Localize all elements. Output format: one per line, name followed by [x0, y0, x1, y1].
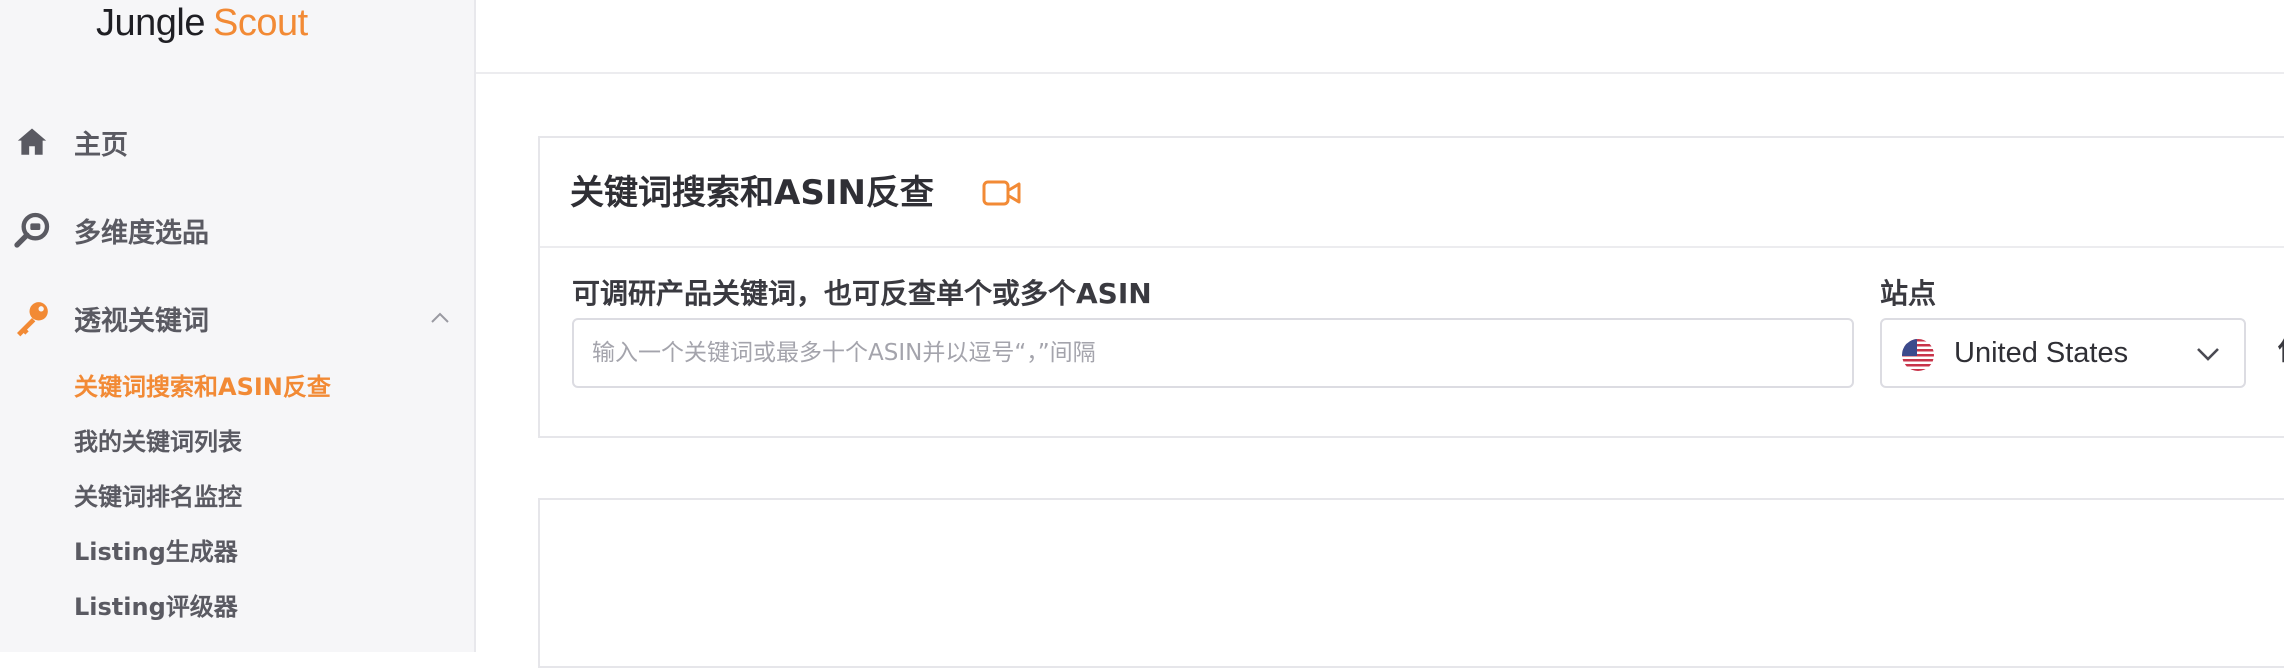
- key-icon: [12, 298, 52, 338]
- card-header: 关键词搜索和ASIN反查: [540, 138, 2284, 248]
- results-card: [538, 498, 2284, 668]
- video-camera-icon[interactable]: [982, 178, 1022, 208]
- home-icon: [12, 122, 52, 162]
- jungle-scout-logo[interactable]: Jungle Scout: [96, 0, 308, 46]
- subnav-listing-builder[interactable]: Listing生成器: [74, 535, 238, 569]
- sidebar-item-home[interactable]: 主页: [0, 112, 474, 172]
- keyword-search-input[interactable]: [572, 318, 1854, 388]
- keyword-search-card: 关键词搜索和ASIN反查 可调研产品关键词，也可反查单个或多个ASIN 站点: [538, 136, 2284, 438]
- subnav-my-keyword-lists[interactable]: 我的关键词列表: [74, 425, 242, 459]
- subnav-listing-grader[interactable]: Listing评级器: [74, 590, 238, 624]
- site-field-label: 站点: [1880, 277, 1937, 310]
- site-selected-value: United States: [1954, 337, 2129, 369]
- subnav-keyword-search-asin[interactable]: 关键词搜索和ASIN反查: [74, 370, 331, 404]
- sidebar-item-label: 主页: [74, 129, 128, 161]
- sidebar-item-product-research[interactable]: 多维度选品: [0, 200, 474, 260]
- sidebar-item-label: 多维度选品: [74, 217, 209, 249]
- marketplace-select[interactable]: United States: [1880, 318, 2246, 388]
- top-bar: [476, 0, 2284, 74]
- sidebar: Jungle Scout 主页 多维度选品 透视关键词 关键词搜索和ASIN反查…: [0, 0, 476, 652]
- truncated-label: 使: [2278, 328, 2284, 368]
- search-icon: [12, 210, 52, 250]
- sidebar-item-keywords[interactable]: 透视关键词: [0, 288, 474, 348]
- keyword-field-label: 可调研产品关键词，也可反查单个或多个ASIN: [572, 277, 1152, 310]
- sidebar-item-label: 透视关键词: [74, 305, 209, 337]
- chevron-up-icon[interactable]: [428, 306, 452, 330]
- page-title: 关键词搜索和ASIN反查: [570, 173, 934, 213]
- chevron-down-icon: [2194, 342, 2222, 366]
- subnav-rank-tracker[interactable]: 关键词排名监控: [74, 480, 242, 514]
- us-flag-icon: [1902, 339, 1934, 371]
